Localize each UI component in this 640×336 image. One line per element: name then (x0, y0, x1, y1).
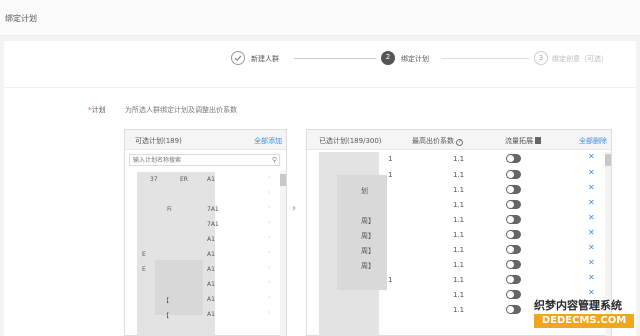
traffic-toggle[interactable] (506, 230, 521, 239)
plan-field-label: *计划 (88, 106, 106, 114)
plan-search-input[interactable] (130, 155, 260, 165)
top-bar: 绑定计划 (0, 0, 640, 36)
step-connector (441, 58, 529, 59)
main-panel: 新建人群 2 绑定计划 3 绑定创意（可选） *计划 为所选人群绑定计划及调整出… (4, 41, 636, 336)
search-icon[interactable]: ⚲ (272, 156, 277, 164)
table-row: 周】 1.1 ✕ (361, 243, 595, 255)
selected-plans-title: 已选计划(189/300) (319, 137, 382, 145)
traffic-toggle[interactable] (506, 185, 521, 194)
available-plans-box: 可选计划(189) 全部添加 ⚲ 37ERA1› › Fi7A1› 7A1› A… (124, 129, 287, 336)
table-row: 1 1.1 ✕ (388, 168, 595, 179)
step-3-label: 绑定创意（可选） (552, 55, 608, 63)
list-item[interactable]: 37 ER A1 › (125, 172, 280, 187)
add-arrow-icon[interactable]: › (268, 219, 270, 226)
transfer-arrow-icon[interactable]: › (292, 203, 296, 214)
list-item[interactable]: E A1 › (125, 262, 280, 277)
traffic-toggle[interactable] (506, 260, 521, 269)
remove-icon[interactable]: ✕ (588, 288, 595, 297)
add-arrow-icon[interactable]: › (268, 189, 270, 196)
step-1-label: 新建人群 (251, 55, 279, 63)
step-2-label: 绑定计划 (401, 55, 429, 63)
step-1-check-icon (231, 51, 245, 65)
traffic-toggle[interactable] (506, 305, 521, 314)
step-indicator: 新建人群 2 绑定计划 3 绑定创意（可选） (4, 41, 636, 88)
list-item[interactable]: 【A1 › (125, 292, 280, 307)
help-icon[interactable]: ? (456, 139, 464, 146)
table-row: 1 1.1 ✕ (388, 273, 595, 284)
add-arrow-icon[interactable]: › (268, 309, 270, 316)
plan-field-hint: 为所选人群绑定计划及调整出价系数 (125, 106, 237, 114)
list-item[interactable]: A1 › (125, 277, 280, 292)
step-2-number: 2 (381, 51, 395, 65)
watermark-text: 织梦内容管理系统 (534, 299, 622, 312)
traffic-toggle[interactable] (506, 200, 521, 209)
available-scrollbar-thumb[interactable] (280, 174, 286, 186)
remove-all-button[interactable]: 全部删除 (579, 136, 607, 146)
add-arrow-icon[interactable]: › (268, 294, 270, 301)
remove-icon[interactable]: ✕ (588, 213, 595, 222)
info-icon[interactable] (535, 137, 542, 144)
traffic-toggle[interactable] (506, 245, 521, 254)
remove-icon[interactable]: ✕ (588, 243, 595, 252)
page-title: 绑定计划 (5, 14, 37, 23)
column-traffic-expand: 流量拓展 (505, 136, 542, 146)
plan-search-field[interactable]: ⚲ (129, 154, 280, 166)
traffic-toggle[interactable] (506, 170, 521, 179)
column-max-bid: 最高出价系数 ? (412, 136, 464, 146)
step-connector (294, 58, 376, 59)
list-item[interactable]: 7A1 › (125, 217, 280, 232)
remove-icon[interactable]: ✕ (588, 183, 595, 192)
watermark-badge: DEDECMS.COM (534, 314, 634, 328)
available-scrollbar[interactable] (280, 170, 286, 336)
remove-icon[interactable]: ✕ (588, 273, 595, 282)
list-item[interactable]: › (125, 187, 280, 202)
remove-icon[interactable]: ✕ (588, 198, 595, 207)
remove-icon[interactable]: ✕ (588, 168, 595, 177)
list-item[interactable]: 【A1 › (125, 307, 280, 322)
add-arrow-icon[interactable]: › (268, 204, 270, 211)
list-item[interactable]: E A1 › (125, 247, 280, 262)
traffic-toggle[interactable] (506, 275, 521, 284)
traffic-toggle[interactable] (506, 154, 521, 163)
list-item[interactable]: Fi 7A1 › (125, 202, 280, 217)
add-arrow-icon[interactable]: › (268, 249, 270, 256)
available-plans-header: 可选计划(189) 全部添加 (125, 130, 286, 150)
table-row: 周】 1.1 ✕ (361, 258, 595, 270)
add-arrow-icon[interactable]: › (268, 174, 270, 181)
add-arrow-icon[interactable]: › (268, 279, 270, 286)
remove-icon[interactable]: ✕ (588, 258, 595, 267)
table-row: 1 1.1 ✕ (388, 152, 595, 163)
add-arrow-icon[interactable]: › (268, 234, 270, 241)
step-3-number: 3 (534, 51, 548, 65)
list-item[interactable]: A1 › (125, 232, 280, 247)
table-row: 1.1 ✕ (453, 198, 595, 209)
traffic-toggle[interactable] (506, 290, 521, 299)
table-row: 周】 1.1 ✕ (361, 228, 595, 240)
add-all-button[interactable]: 全部添加 (254, 136, 282, 146)
add-arrow-icon[interactable]: › (268, 264, 270, 271)
traffic-toggle[interactable] (506, 215, 521, 224)
remove-icon[interactable]: ✕ (588, 228, 595, 237)
remove-icon[interactable]: ✕ (588, 152, 595, 161)
table-row: 周】 1.1 ✕ (361, 213, 595, 225)
table-row: 划 1.1 ✕ (361, 183, 595, 195)
selected-plans-header: 已选计划(189/300) 最高出价系数 ? 流量拓展 全部删除 (307, 130, 611, 150)
available-plans-title: 可选计划(189) (135, 137, 182, 145)
